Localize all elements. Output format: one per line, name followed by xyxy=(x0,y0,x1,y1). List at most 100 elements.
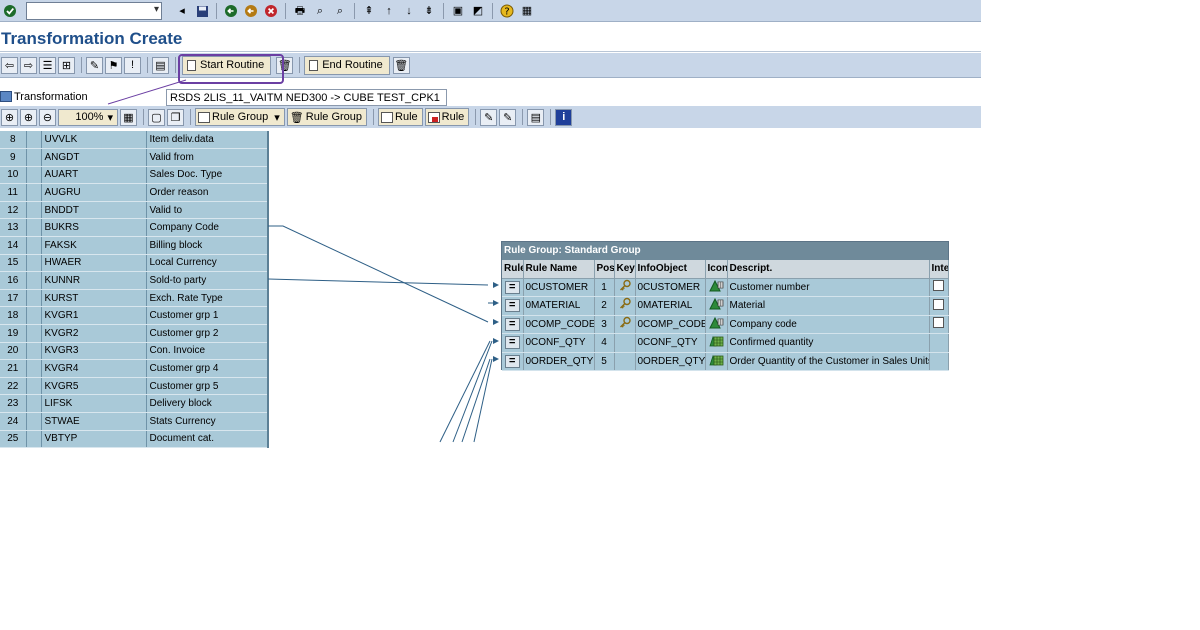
rule-row[interactable]: = 0CONF_QTY 4 0CONF_QTY Confirmed quantity xyxy=(502,333,949,353)
rule-details-icon[interactable]: ✎ xyxy=(499,108,517,126)
last-page-icon[interactable]: ⇟ xyxy=(421,3,437,19)
history-dropdown-icon[interactable]: ▾ xyxy=(154,4,159,15)
table-row[interactable]: 13 BUKRS Company Code xyxy=(0,218,269,238)
col-rule-name[interactable]: Rule Name xyxy=(523,260,595,279)
exit-icon[interactable] xyxy=(243,3,259,19)
row-selector[interactable] xyxy=(26,394,42,413)
customize-layout-icon[interactable]: ▦ xyxy=(519,3,535,19)
row-selector[interactable] xyxy=(26,131,42,150)
row-selector[interactable] xyxy=(26,166,42,185)
table-row[interactable]: 10 AUART Sales Doc. Type xyxy=(0,166,269,185)
list-icon[interactable]: ☰ xyxy=(39,56,56,74)
create-rule-group-button[interactable]: Rule Group ▾ xyxy=(195,108,285,126)
activate-icon[interactable]: ⚑ xyxy=(105,56,122,74)
table-row[interactable]: 11 AUGRU Order reason xyxy=(0,183,269,202)
col-icon[interactable]: Icon xyxy=(705,260,728,279)
delete-end-routine-icon[interactable]: 🗑 xyxy=(392,56,410,74)
col-key[interactable]: Key xyxy=(614,260,636,279)
technical-rule-icon[interactable]: ▤ xyxy=(152,56,169,74)
table-row[interactable]: 18 KVGR1 Customer grp 1 xyxy=(0,306,269,326)
zoom-out-icon[interactable]: ⊖ xyxy=(39,108,56,126)
table-row[interactable]: 15 HWAER Local Currency xyxy=(0,254,269,273)
rule-detail-button[interactable]: = xyxy=(504,354,520,368)
new-document-icon[interactable]: ▢ xyxy=(148,108,165,126)
start-routine-button[interactable]: Start Routine xyxy=(182,55,272,75)
rule-row[interactable]: = 0CUSTOMER 1 0CUSTOMER Customer number xyxy=(502,278,949,297)
rule-row[interactable]: = 0MATERIAL 2 0MATERIAL Material xyxy=(502,296,949,316)
find-next-icon[interactable]: ⌕ xyxy=(332,3,348,19)
inte-checkbox[interactable] xyxy=(933,317,944,329)
inte-checkbox[interactable] xyxy=(933,298,944,310)
edit-rule-icon[interactable]: ✎ xyxy=(480,108,498,126)
shortcut-icon[interactable]: ◩ xyxy=(470,3,486,19)
row-selector[interactable] xyxy=(26,271,42,290)
table-row[interactable]: 16 KUNNR Sold-to party xyxy=(0,271,269,290)
zoom-in-icon[interactable]: ⊕ xyxy=(20,108,37,126)
row-selector[interactable] xyxy=(26,359,42,378)
create-session-icon[interactable]: ▣ xyxy=(450,3,466,19)
print-icon[interactable]: 🖶 xyxy=(292,3,308,19)
row-selector[interactable] xyxy=(26,412,42,431)
enter-icon[interactable] xyxy=(2,3,18,19)
row-selector[interactable] xyxy=(26,236,42,255)
next-page-icon[interactable]: ↓ xyxy=(401,3,417,19)
col-descript[interactable]: Descript. xyxy=(727,260,930,279)
table-row[interactable]: 22 KVGR5 Customer grp 5 xyxy=(0,377,269,396)
table-row[interactable]: 20 KVGR3 Con. Invoice xyxy=(0,342,269,361)
table-row[interactable]: 24 STWAE Stats Currency xyxy=(0,412,269,431)
rule-row[interactable]: = 0ORDER_QTY 5 0ORDER_QTY Order Quantity of … xyxy=(502,352,949,371)
table-row[interactable]: 17 KURST Exch. Rate Type xyxy=(0,289,269,308)
end-routine-button[interactable]: End Routine xyxy=(304,55,390,75)
previous-page-icon[interactable]: ↑ xyxy=(381,3,397,19)
back-arrow-icon[interactable]: ⇦ xyxy=(1,56,18,74)
table-row[interactable]: 8 UVVLK Item deliv.data xyxy=(0,131,269,150)
table-row[interactable]: 23 LIFSK Delivery block xyxy=(0,394,269,413)
row-selector[interactable] xyxy=(26,148,42,167)
table-row[interactable]: 9 ANGDT Valid from xyxy=(0,148,269,167)
row-selector[interactable] xyxy=(26,377,42,396)
back-icon[interactable] xyxy=(223,3,239,19)
rule-detail-button[interactable]: = xyxy=(504,336,520,350)
row-selector[interactable] xyxy=(26,289,42,308)
hierarchy-icon[interactable]: ⊞ xyxy=(58,56,75,74)
rule-detail-button[interactable]: = xyxy=(504,280,520,294)
row-selector[interactable] xyxy=(26,430,42,449)
delete-rule-group-button[interactable]: 🗑 Rule Group xyxy=(286,108,368,126)
rule-row[interactable]: = 0COMP_CODE 3 0COMP_CODE Company code xyxy=(502,315,949,334)
row-selector[interactable] xyxy=(26,306,42,326)
delete-rule-button[interactable]: Rule xyxy=(424,108,470,126)
find-icon[interactable]: ⌕ xyxy=(312,3,328,19)
expand-icon[interactable]: ⊕ xyxy=(1,108,18,126)
row-selector[interactable] xyxy=(26,342,42,361)
row-selector[interactable] xyxy=(26,201,42,220)
zoom-select[interactable]: 100% ▾ xyxy=(58,108,118,126)
table-row[interactable]: 14 FAKSK Billing block xyxy=(0,236,269,255)
delete-start-routine-icon[interactable]: 🗑 xyxy=(276,56,294,74)
rule-detail-button[interactable]: = xyxy=(504,317,520,331)
table-row[interactable]: 19 KVGR2 Customer grp 2 xyxy=(0,324,269,343)
save-icon[interactable] xyxy=(194,3,210,19)
table-row[interactable]: 25 VBTYP Document cat. xyxy=(0,430,269,449)
cancel-icon[interactable] xyxy=(263,3,279,19)
col-inte[interactable]: Inte xyxy=(929,260,949,279)
rule-detail-button[interactable]: = xyxy=(504,299,520,313)
forward-arrow-icon[interactable]: ⇨ xyxy=(20,56,37,74)
info-icon[interactable]: i xyxy=(555,108,573,126)
copy-icon[interactable]: ❐ xyxy=(167,108,184,126)
first-page-icon[interactable]: ⇞ xyxy=(361,3,377,19)
table-row[interactable]: 21 KVGR4 Customer grp 4 xyxy=(0,359,269,378)
inte-checkbox[interactable] xyxy=(933,280,944,292)
row-selector[interactable] xyxy=(26,254,42,273)
arrow-left-icon[interactable]: ◂ xyxy=(174,3,190,19)
check-icon[interactable]: ! xyxy=(124,56,141,74)
create-rule-button[interactable]: Rule xyxy=(378,108,423,126)
col-pos[interactable]: Pos xyxy=(594,260,615,279)
edit-icon[interactable]: ✎ xyxy=(86,56,103,74)
table-row[interactable]: 12 BNDDT Valid to xyxy=(0,201,269,220)
command-input[interactable] xyxy=(27,3,145,19)
row-selector[interactable] xyxy=(26,218,42,238)
help-icon[interactable]: ? xyxy=(499,3,515,19)
layout-icon[interactable]: ▤ xyxy=(527,108,545,126)
row-selector[interactable] xyxy=(26,183,42,202)
col-infoobject[interactable]: InfoObject xyxy=(635,260,706,279)
